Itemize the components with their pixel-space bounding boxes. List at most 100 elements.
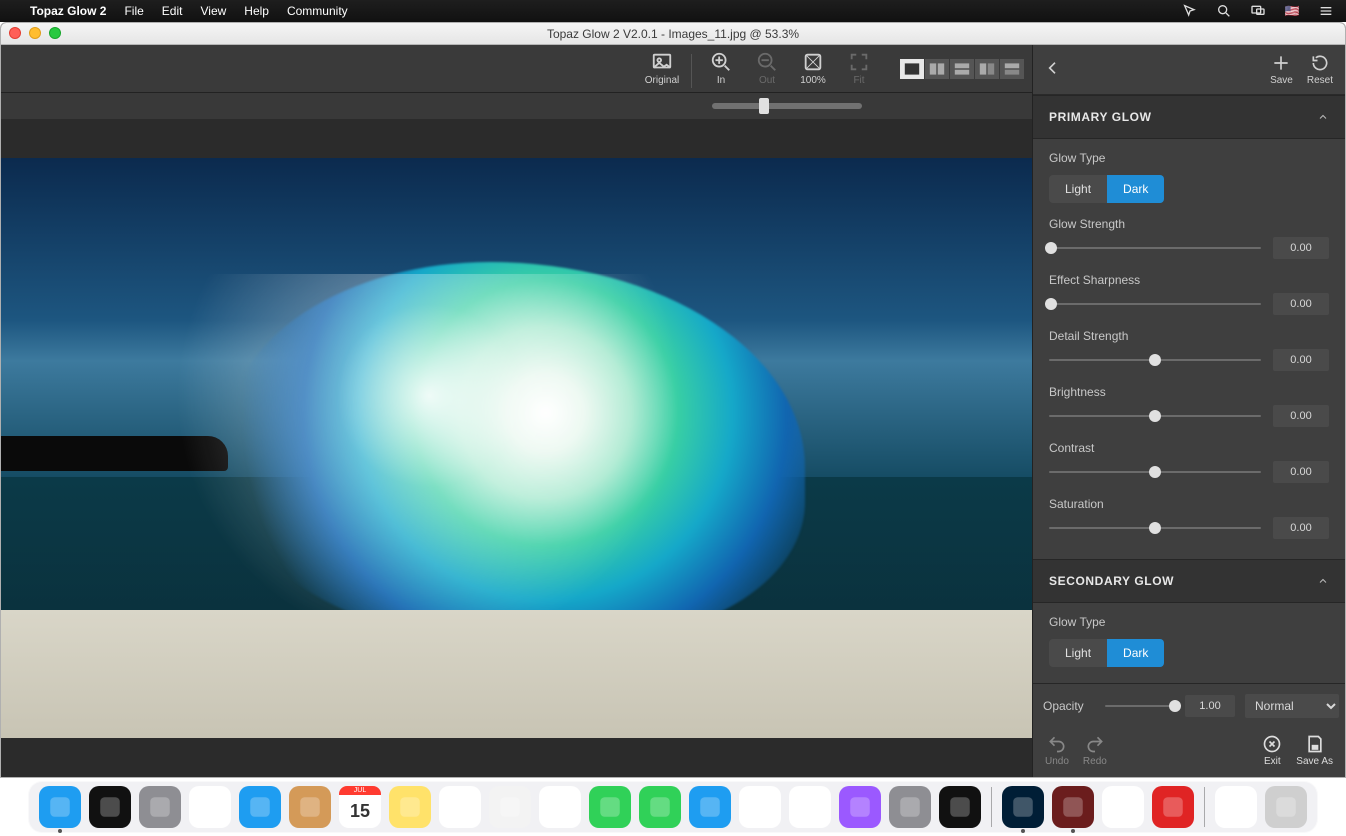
view-mode-stack[interactable] bbox=[1000, 59, 1024, 79]
param-thumb[interactable] bbox=[1149, 410, 1161, 422]
flag-icon[interactable]: 🇺🇸 bbox=[1284, 3, 1300, 19]
param-value[interactable]: 0.00 bbox=[1273, 237, 1329, 259]
dock-siri[interactable] bbox=[89, 786, 131, 828]
dock-sketchup[interactable] bbox=[1152, 786, 1194, 828]
opacity-slider[interactable] bbox=[1105, 705, 1175, 707]
menu-view[interactable]: View bbox=[200, 4, 226, 18]
dock-photoshop[interactable] bbox=[1002, 786, 1044, 828]
menu-help[interactable]: Help bbox=[244, 4, 269, 18]
opacity-row: Opacity 1.00 Normal bbox=[1033, 684, 1345, 728]
blend-mode-select[interactable]: Normal bbox=[1245, 694, 1339, 718]
primary-glow-header[interactable]: PRIMARY GLOW bbox=[1033, 95, 1345, 139]
image-icon bbox=[651, 51, 673, 73]
param-label: Brightness bbox=[1049, 385, 1329, 399]
param-value[interactable]: 0.00 bbox=[1273, 461, 1329, 483]
param-thumb[interactable] bbox=[1045, 242, 1057, 254]
window-minimize-button[interactable] bbox=[29, 27, 41, 39]
app-menu[interactable]: Topaz Glow 2 bbox=[30, 4, 106, 18]
dock-photos[interactable] bbox=[539, 786, 581, 828]
zoom-fit-button[interactable]: Fit bbox=[836, 49, 882, 88]
dock-contacts[interactable] bbox=[289, 786, 331, 828]
window-maximize-button[interactable] bbox=[49, 27, 61, 39]
primary-dark-button[interactable]: Dark bbox=[1107, 175, 1164, 203]
zoom-out-button[interactable]: Out bbox=[744, 49, 790, 88]
panel-scroll[interactable]: PRIMARY GLOW Glow Type Light Dark Glow S… bbox=[1033, 95, 1345, 683]
undo-button[interactable]: Undo bbox=[1045, 734, 1069, 767]
back-button[interactable] bbox=[1045, 57, 1061, 82]
original-button[interactable]: Original bbox=[639, 49, 685, 88]
menu-edit[interactable]: Edit bbox=[162, 4, 183, 18]
menu-file[interactable]: File bbox=[124, 4, 143, 18]
dock-terminal[interactable] bbox=[939, 786, 981, 828]
dock-reminders[interactable] bbox=[439, 786, 481, 828]
save-button[interactable]: Save bbox=[1270, 53, 1293, 86]
primary-light-button[interactable]: Light bbox=[1049, 175, 1107, 203]
dock-music[interactable] bbox=[789, 786, 831, 828]
screen-mirror-icon[interactable] bbox=[1250, 3, 1266, 19]
save-as-button[interactable]: Save As bbox=[1296, 734, 1333, 767]
dock-appstore[interactable] bbox=[689, 786, 731, 828]
reset-icon bbox=[1310, 53, 1330, 73]
control-center-icon[interactable] bbox=[1318, 3, 1334, 19]
param-thumb[interactable] bbox=[1149, 522, 1161, 534]
param-value[interactable]: 0.00 bbox=[1273, 349, 1329, 371]
view-mode-split-v[interactable] bbox=[925, 59, 949, 79]
param-thumb[interactable] bbox=[1149, 466, 1161, 478]
dock-notes[interactable] bbox=[389, 786, 431, 828]
dock-podcasts[interactable] bbox=[839, 786, 881, 828]
param-value[interactable]: 0.00 bbox=[1273, 517, 1329, 539]
view-mode-side[interactable] bbox=[975, 59, 999, 79]
dock-textedit[interactable] bbox=[1102, 786, 1144, 828]
zoom-slider[interactable] bbox=[712, 103, 862, 109]
dock-trash[interactable] bbox=[1265, 786, 1307, 828]
dock-messages[interactable] bbox=[589, 786, 631, 828]
dock-facetime[interactable] bbox=[639, 786, 681, 828]
dock-downloads[interactable] bbox=[1215, 786, 1257, 828]
param-slider[interactable] bbox=[1049, 303, 1261, 305]
cursor-icon[interactable] bbox=[1182, 3, 1198, 19]
exit-label: Exit bbox=[1264, 756, 1281, 767]
secondary-glow-header[interactable]: SECONDARY GLOW bbox=[1033, 559, 1345, 603]
param-slider[interactable] bbox=[1049, 527, 1261, 529]
param-label: Saturation bbox=[1049, 497, 1329, 511]
opacity-value[interactable]: 1.00 bbox=[1185, 695, 1235, 717]
param-slider[interactable] bbox=[1049, 415, 1261, 417]
param-value[interactable]: 0.00 bbox=[1273, 293, 1329, 315]
exit-button[interactable]: Exit bbox=[1262, 734, 1282, 767]
menu-community[interactable]: Community bbox=[287, 4, 348, 18]
dock-news[interactable] bbox=[739, 786, 781, 828]
dock-launchpad[interactable] bbox=[139, 786, 181, 828]
opacity-thumb[interactable] bbox=[1169, 700, 1181, 712]
param-slider[interactable] bbox=[1049, 471, 1261, 473]
topaz-studio-icon bbox=[1060, 794, 1086, 820]
dock-maps[interactable] bbox=[489, 786, 531, 828]
canvas-area[interactable] bbox=[1, 119, 1032, 777]
view-mode-split-h[interactable] bbox=[950, 59, 974, 79]
dock-calendar[interactable]: JUL15 bbox=[339, 786, 381, 828]
zoom-in-button[interactable]: In bbox=[698, 49, 744, 88]
reset-button[interactable]: Reset bbox=[1307, 53, 1333, 86]
param-slider[interactable] bbox=[1049, 247, 1261, 249]
param-thumb[interactable] bbox=[1149, 354, 1161, 366]
dock-topaz-studio[interactable] bbox=[1052, 786, 1094, 828]
dock: JUL15 bbox=[0, 778, 1346, 836]
redo-button[interactable]: Redo bbox=[1083, 734, 1107, 767]
view-mode-single[interactable] bbox=[900, 59, 924, 79]
param-thumb[interactable] bbox=[1045, 298, 1057, 310]
spotlight-icon[interactable] bbox=[1216, 3, 1232, 19]
save-as-label: Save As bbox=[1296, 756, 1333, 767]
contacts-icon bbox=[297, 794, 323, 820]
zoom-100-button[interactable]: 100% bbox=[790, 49, 836, 88]
dock-mail[interactable] bbox=[239, 786, 281, 828]
downloads-icon bbox=[1223, 794, 1249, 820]
dock-settings[interactable] bbox=[889, 786, 931, 828]
secondary-dark-button[interactable]: Dark bbox=[1107, 639, 1164, 667]
zoom-slider-thumb[interactable] bbox=[759, 98, 769, 114]
dock-finder[interactable] bbox=[39, 786, 81, 828]
param-value[interactable]: 0.00 bbox=[1273, 405, 1329, 427]
param-slider[interactable] bbox=[1049, 359, 1261, 361]
dock-safari[interactable] bbox=[189, 786, 231, 828]
window-close-button[interactable] bbox=[9, 27, 21, 39]
secondary-light-button[interactable]: Light bbox=[1049, 639, 1107, 667]
primary-param-5: Saturation 0.00 bbox=[1049, 497, 1329, 539]
